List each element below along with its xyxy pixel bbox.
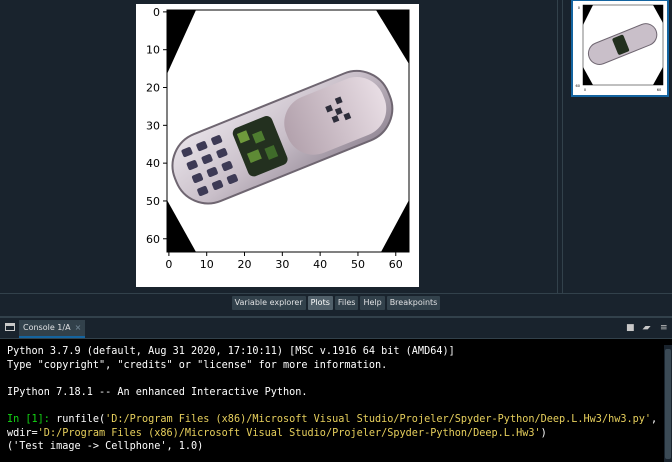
scrollbar-thumb[interactable] — [665, 349, 671, 459]
tab-files[interactable]: Files — [334, 296, 359, 310]
y-tick-label: 30 — [146, 119, 160, 132]
console-line: Python 3.7.9 (default, Aug 31 2020, 17:1… — [7, 346, 455, 357]
x-tick-label: 40 — [313, 258, 327, 271]
y-tick-label: 20 — [146, 82, 160, 95]
tab-breakpoints[interactable]: Breakpoints — [386, 296, 441, 310]
image-area — [166, 9, 410, 253]
console-output[interactable]: Python 3.7.9 (default, Aug 31 2020, 17:1… — [0, 338, 672, 462]
console-command: runfile( — [49, 413, 106, 425]
console-header: Console 1/A × ■ ▰ ≡ — [0, 316, 672, 338]
tab-variable-explorer[interactable]: Variable explorer — [231, 296, 306, 310]
y-tick-label: 50 — [146, 195, 160, 208]
console-line: Type "copyright", "credits" or "license"… — [7, 359, 388, 371]
console-string: 'D:/Program Files (x86)/Microsoft Visual… — [37, 427, 541, 439]
x-tick-label: 60 — [389, 258, 403, 271]
tab-console[interactable]: Console 1/A × — [19, 320, 86, 338]
console-punct: ) — [540, 427, 547, 439]
console-wdir: wdir= — [7, 427, 38, 439]
input-prompt: In [1]: — [7, 413, 50, 425]
close-icon[interactable]: × — [75, 323, 82, 332]
y-axis: 0 10 20 30 40 50 60 — [146, 6, 167, 246]
x-tick-label: 0 — [165, 258, 172, 271]
stop-square-icon[interactable]: ■ — [626, 323, 635, 333]
y-tick-label: 40 — [146, 157, 160, 170]
x-tick-label: 20 — [238, 258, 252, 271]
svg-text:60: 60 — [576, 84, 580, 88]
console-window-icon[interactable] — [5, 323, 15, 331]
console-result: ('Test image -> Cellphone', 1.0) — [7, 441, 204, 453]
y-tick-label: 10 — [146, 44, 160, 57]
svg-text:0: 0 — [578, 6, 580, 10]
y-tick-label: 60 — [146, 233, 160, 246]
tab-help[interactable]: Help — [360, 296, 385, 310]
x-tick-label: 50 — [351, 258, 365, 271]
pane-tab-bar: Variable explorer Plots Files Help Break… — [0, 293, 672, 312]
svg-text:0: 0 — [584, 88, 586, 92]
x-axis: 0 10 20 30 40 50 60 — [165, 252, 403, 271]
console-tab-label: Console 1/A — [23, 323, 71, 332]
tab-plots[interactable]: Plots — [307, 296, 333, 310]
x-tick-label: 30 — [275, 258, 289, 271]
console-line: IPython 7.18.1 -- An enhanced Interactiv… — [7, 386, 308, 398]
svg-text:60: 60 — [657, 88, 661, 92]
console-string: 'D:/Program Files (x86)/Microsoft Visual… — [105, 413, 652, 425]
y-tick-label: 0 — [153, 6, 160, 19]
hamburger-menu-icon[interactable]: ≡ — [660, 323, 668, 333]
x-tick-label: 10 — [200, 258, 214, 271]
plot-figure: 0 10 20 30 40 50 60 0 10 20 30 40 50 60 — [136, 4, 419, 287]
console-punct: , — [651, 413, 658, 425]
eraser-icon[interactable]: ▰ — [641, 323, 652, 333]
plot-thumbnail[interactable]: 0 60 0 60 — [571, 0, 669, 97]
console-scrollbar[interactable] — [664, 345, 672, 462]
